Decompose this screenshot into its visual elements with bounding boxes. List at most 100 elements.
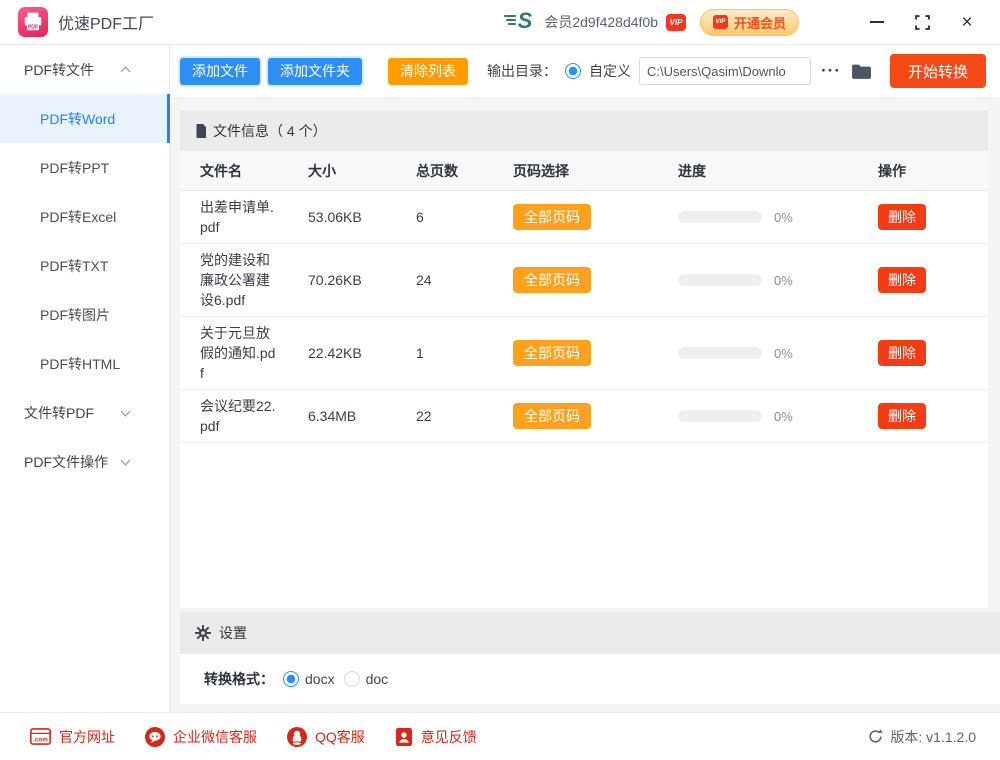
file-pages: 1 [416, 345, 513, 361]
window-controls: × [823, 13, 976, 31]
col-pages: 总页数 [416, 161, 513, 181]
official-website-link[interactable]: .com 官方网址 [30, 727, 115, 747]
file-name: 关于元旦放假的通知.pdf [200, 323, 278, 383]
sidebar-section-label: PDF文件操作 [24, 452, 108, 472]
file-name: 会议纪要22.pdf [200, 396, 278, 436]
chevron-down-icon [121, 455, 131, 465]
progress-percent: 0% [774, 409, 793, 424]
delete-button[interactable]: 删除 [878, 403, 926, 429]
delete-button[interactable]: 删除 [878, 267, 926, 293]
file-size: 70.26KB [308, 272, 416, 288]
upgrade-vip-button[interactable]: VIP 开通会员 [700, 9, 799, 36]
member-info[interactable]: S 会员2d9f428d4f0b VIP [504, 7, 686, 38]
settings-panel: 设置 转换格式： docx doc [180, 612, 1000, 704]
member-name: 会员2d9f428d4f0b [544, 12, 658, 32]
settings-title: 设置 [219, 623, 247, 643]
sidebar-item-pdf-to-excel[interactable]: PDF转Excel [0, 192, 169, 241]
wechat-support-link[interactable]: 企业微信客服 [145, 727, 257, 747]
minimize-icon[interactable] [868, 13, 886, 31]
progress-bar [678, 211, 762, 223]
table-header: 文件名 大小 总页数 页码选择 进度 操作 [180, 151, 988, 191]
file-info-title: 文件信息（ 4 个） [213, 121, 327, 141]
qq-support-link[interactable]: QQ客服 [287, 727, 365, 747]
document-icon [195, 124, 207, 138]
app-brand: PDF 优速PDF工厂 [0, 7, 154, 37]
app-window: PDF 优速PDF工厂 S 会员2d9f428d4f0b [0, 0, 1000, 760]
settings-header: 设置 [180, 612, 1000, 654]
delete-button[interactable]: 删除 [878, 204, 926, 230]
start-convert-button[interactable]: 开始转换 [890, 54, 986, 88]
gear-icon [195, 625, 211, 641]
add-folder-button[interactable]: 添加文件夹 [268, 58, 362, 85]
sidebar-section-file-to-pdf[interactable]: 文件转PDF [0, 388, 169, 437]
table-row: 出差申请单.pdf 53.06KB 6 全部页码 0% 删除 [180, 191, 988, 244]
col-filename: 文件名 [200, 161, 308, 181]
sidebar-item-pdf-to-txt[interactable]: PDF转TXT [0, 241, 169, 290]
file-size: 22.42KB [308, 345, 416, 361]
website-com-icon: .com [30, 728, 51, 745]
toolbar: 添加文件 添加文件夹 清除列表 输出目录： 自定义 ··· 开始转换 [170, 45, 1000, 98]
wechat-icon [145, 727, 165, 747]
sidebar-item-pdf-to-html[interactable]: PDF转HTML [0, 339, 169, 388]
app-logo-icon: PDF [18, 7, 48, 37]
feedback-link[interactable]: 意见反馈 [395, 727, 477, 747]
workspace: 文件信息（ 4 个） 文件名 大小 总页数 页码选择 进度 操作 出差申请单.p… [170, 98, 1000, 712]
qq-icon [287, 727, 307, 747]
qq-support-label: QQ客服 [315, 727, 365, 747]
open-folder-button[interactable] [851, 63, 872, 80]
radio-doc[interactable] [344, 671, 360, 687]
col-progress: 进度 [678, 161, 878, 181]
titlebar-right: S 会员2d9f428d4f0b VIP VIP 开通会员 × [504, 7, 1000, 38]
clear-list-button[interactable]: 清除列表 [388, 58, 468, 85]
official-website-label: 官方网址 [59, 727, 115, 747]
page-select-button[interactable]: 全部页码 [513, 267, 591, 293]
format-option-doc[interactable]: doc [344, 671, 389, 687]
sidebar-section-pdf-operations[interactable]: PDF文件操作 [0, 437, 169, 486]
sidebar-item-label: PDF转HTML [40, 354, 120, 374]
sidebar: PDF转文件 PDF转Word PDF转PPT PDF转Excel PDF转TX… [0, 45, 170, 712]
col-page-select: 页码选择 [513, 161, 678, 181]
page-select-button[interactable]: 全部页码 [513, 340, 591, 366]
sidebar-item-pdf-to-word[interactable]: PDF转Word [0, 94, 169, 143]
maximize-icon[interactable] [913, 13, 931, 31]
page-select-button[interactable]: 全部页码 [513, 403, 591, 429]
sidebar-item-pdf-to-ppt[interactable]: PDF转PPT [0, 143, 169, 192]
browse-more-button[interactable]: ··· [819, 61, 843, 81]
radio-docx[interactable] [283, 671, 299, 687]
delete-button[interactable]: 删除 [878, 340, 926, 366]
close-icon[interactable]: × [958, 13, 976, 31]
custom-dir-radio[interactable] [565, 63, 581, 79]
refresh-icon [868, 729, 883, 744]
sidebar-item-label: PDF转PPT [40, 158, 109, 178]
app-title: 优速PDF工厂 [58, 10, 154, 34]
sidebar-section-pdf-to-file[interactable]: PDF转文件 [0, 45, 169, 94]
wechat-support-label: 企业微信客服 [173, 727, 257, 747]
upgrade-vip-label: 开通会员 [734, 13, 786, 32]
file-pages: 6 [416, 209, 513, 225]
file-pages: 22 [416, 408, 513, 424]
footer: .com 官方网址 企业微信客服 QQ客服 [0, 712, 1000, 760]
add-file-button[interactable]: 添加文件 [180, 58, 260, 85]
version-label: 版本: v1.1.2.0 [890, 727, 976, 747]
table-row: 关于元旦放假的通知.pdf 22.42KB 1 全部页码 0% 删除 [180, 317, 988, 390]
file-size: 6.34MB [308, 408, 416, 424]
chevron-down-icon [121, 406, 131, 416]
member-avatar: S [504, 7, 536, 38]
sidebar-item-label: PDF转Word [40, 109, 115, 129]
progress-bar [678, 410, 762, 422]
col-action: 操作 [878, 161, 988, 181]
format-option-docx[interactable]: docx [283, 671, 335, 687]
output-dir-group: 输出目录： 自定义 ··· 开始转换 [487, 54, 986, 88]
vip-mini-icon: VIP [713, 15, 728, 29]
page-select-button[interactable]: 全部页码 [513, 204, 591, 230]
output-dir-label: 输出目录： [487, 61, 557, 81]
progress-cell: 0% [678, 346, 878, 361]
file-name: 党的建设和廉政公署建设6.pdf [200, 250, 278, 310]
sidebar-item-pdf-to-image[interactable]: PDF转图片 [0, 290, 169, 339]
progress-cell: 0% [678, 210, 878, 225]
format-doc-label: doc [366, 671, 389, 687]
sidebar-item-label: PDF转图片 [40, 305, 110, 325]
menu-icon[interactable] [823, 13, 841, 31]
table-row: 党的建设和廉政公署建设6.pdf 70.26KB 24 全部页码 0% 删除 [180, 244, 988, 317]
output-path-input[interactable] [639, 57, 811, 85]
